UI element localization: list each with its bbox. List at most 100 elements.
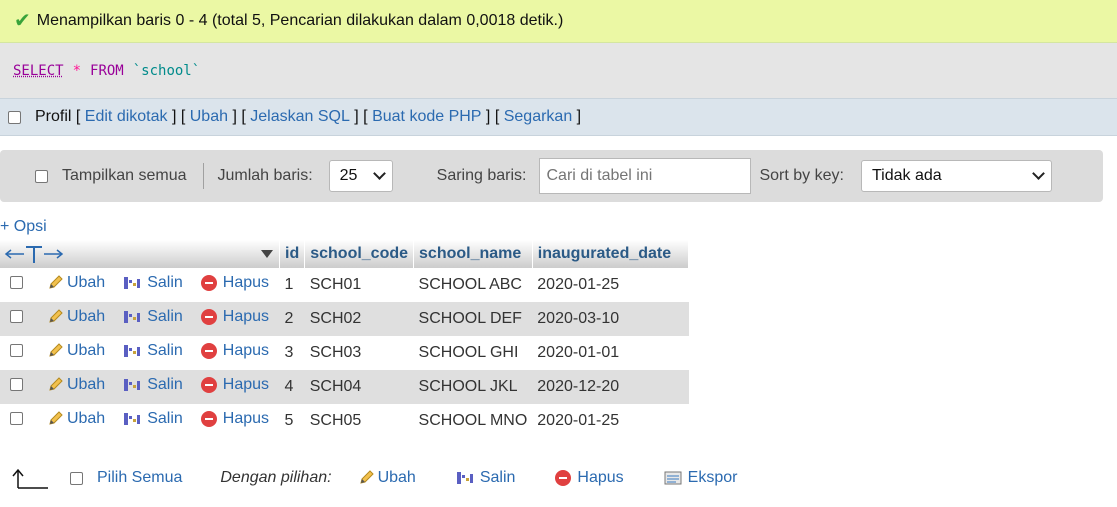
- edit-inline-link[interactable]: Edit dikotak: [85, 108, 168, 126]
- show-all-checkbox[interactable]: [35, 169, 48, 183]
- row-delete-label: Hapus: [222, 342, 270, 359]
- sql-select-keyword[interactable]: SELECT: [13, 63, 64, 79]
- cell-inaugurated-date[interactable]: 2020-12-20: [532, 370, 689, 404]
- divider: [202, 163, 204, 189]
- select-all-label[interactable]: Pilih Semua: [97, 469, 182, 487]
- bulk-copy-button[interactable]: Salin: [456, 469, 516, 487]
- row-delete-link[interactable]: Hapus: [200, 308, 269, 326]
- sql-star: *: [72, 62, 82, 79]
- cell-school-name[interactable]: SCHOOL MNO: [413, 404, 533, 438]
- copy-icon: [124, 277, 141, 289]
- cell-school-name[interactable]: SCHOOL DEF: [413, 302, 533, 336]
- cell-school-code[interactable]: SCH03: [304, 336, 414, 370]
- row-copy-link[interactable]: Salin: [123, 308, 183, 326]
- column-header-school-code[interactable]: school_code: [304, 240, 415, 268]
- copy-icon: [124, 379, 141, 391]
- sort-by-key-select[interactable]: Tidak ada: [860, 160, 1052, 192]
- refresh-link[interactable]: Segarkan: [504, 108, 573, 126]
- cell-school-code[interactable]: SCH02: [304, 302, 414, 336]
- column-header-inaugurated-date[interactable]: inaugurated_date: [532, 240, 690, 268]
- bulk-delete-button[interactable]: Hapus: [555, 469, 624, 487]
- delete-icon: [200, 411, 217, 427]
- row-delete-label: Hapus: [222, 410, 270, 427]
- row-edit-label: Ubah: [66, 342, 106, 359]
- bulk-copy-label: Salin: [479, 469, 516, 486]
- row-edit-label: Ubah: [66, 376, 106, 393]
- row-edit-label: Ubah: [66, 308, 106, 325]
- column-header-id[interactable]: id: [279, 240, 306, 268]
- cell-school-code[interactable]: SCH05: [304, 404, 414, 438]
- navigation-toolbar: Tampilkan semua Jumlah baris: 25 Saring …: [0, 150, 1103, 202]
- cell-school-name[interactable]: SCHOOL GHI: [413, 336, 533, 370]
- column-resize-icon[interactable]: [4, 244, 64, 264]
- row-checkbox[interactable]: [10, 276, 23, 289]
- row-checkbox[interactable]: [10, 378, 23, 391]
- select-all-checkbox[interactable]: [70, 471, 83, 485]
- cell-school-code[interactable]: SCH04: [304, 370, 414, 404]
- row-edit-link[interactable]: Ubah: [47, 376, 105, 394]
- row-delete-label: Hapus: [222, 376, 270, 393]
- row-edit-link[interactable]: Ubah: [47, 342, 105, 360]
- row-edit-link[interactable]: Ubah: [47, 410, 105, 428]
- row-copy-label: Salin: [147, 308, 183, 325]
- bulk-export-button[interactable]: Ekspor: [664, 469, 737, 487]
- options-link[interactable]: + Opsi: [0, 218, 47, 236]
- bulk-actions-bar: Pilih Semua Dengan pilihan: Ubah Salin H…: [0, 460, 1117, 496]
- delete-icon: [200, 275, 217, 291]
- row-checkbox[interactable]: [10, 412, 23, 425]
- row-checkbox[interactable]: [10, 310, 23, 323]
- cell-school-code[interactable]: SCH01: [304, 268, 414, 302]
- cell-school-name[interactable]: SCHOOL ABC: [413, 268, 533, 302]
- table-row[interactable]: Ubah Salin Hapus 4 SCH04 SCHOOL JKL 2020-12-20: [0, 370, 689, 404]
- row-copy-link[interactable]: Salin: [123, 274, 183, 292]
- row-edit-link[interactable]: Ubah: [47, 308, 105, 326]
- cell-id[interactable]: 3: [279, 336, 305, 370]
- bracket: [: [71, 108, 85, 125]
- cell-school-name[interactable]: SCHOOL JKL: [413, 370, 533, 404]
- sql-table-name: `school`: [132, 62, 201, 79]
- cell-inaugurated-date[interactable]: 2020-03-10: [532, 302, 689, 336]
- table-row[interactable]: Ubah Salin Hapus 1 SCH01 SCHOOL ABC 2020-01-25: [0, 268, 689, 302]
- row-copy-link[interactable]: Salin: [123, 410, 183, 428]
- explain-sql-link[interactable]: Jelaskan SQL: [250, 108, 350, 126]
- row-copy-link[interactable]: Salin: [123, 342, 183, 360]
- row-delete-link[interactable]: Hapus: [200, 342, 270, 360]
- bracket: ] [: [481, 108, 504, 125]
- row-delete-label: Hapus: [222, 274, 270, 291]
- row-checkbox-cell: [0, 404, 42, 438]
- delete-icon: [200, 377, 217, 393]
- cell-inaugurated-date[interactable]: 2020-01-01: [532, 336, 689, 370]
- create-php-code-link[interactable]: Buat kode PHP: [372, 108, 481, 126]
- bulk-edit-label: Ubah: [377, 469, 416, 486]
- cell-inaugurated-date[interactable]: 2020-01-25: [532, 404, 689, 438]
- copy-icon: [124, 345, 141, 357]
- row-checkbox[interactable]: [10, 344, 23, 357]
- sort-dropdown-icon[interactable]: [260, 249, 274, 259]
- row-copy-link[interactable]: Salin: [123, 376, 183, 394]
- table-row[interactable]: Ubah Salin Hapus 2 SCH02 SCHOOL DEF 2020-03-10: [0, 302, 689, 336]
- cell-id[interactable]: 1: [279, 268, 305, 302]
- edit-query-link[interactable]: Ubah: [190, 108, 228, 126]
- cell-id[interactable]: 5: [279, 404, 305, 438]
- cell-id[interactable]: 4: [279, 370, 305, 404]
- row-delete-link[interactable]: Hapus: [200, 376, 270, 394]
- show-all-label: Tampilkan semua: [62, 167, 187, 184]
- rows-per-page-select[interactable]: 25: [328, 160, 393, 192]
- delete-icon: [555, 470, 572, 486]
- delete-icon: [200, 309, 217, 325]
- rows-label: Jumlah baris:: [217, 167, 313, 184]
- row-edit-link[interactable]: Ubah: [47, 274, 105, 292]
- column-header-school-name[interactable]: school_name: [413, 240, 533, 268]
- cell-id[interactable]: 2: [279, 302, 305, 336]
- filter-rows-input[interactable]: Cari di tabel ini: [539, 158, 752, 194]
- cell-inaugurated-date[interactable]: 2020-01-25: [532, 268, 689, 302]
- profil-checkbox[interactable]: [8, 110, 21, 124]
- pencil-icon: [49, 309, 63, 323]
- copy-icon: [456, 472, 473, 484]
- table-row[interactable]: Ubah Salin Hapus 5 SCH05 SCHOOL MNO 2020-01-25: [0, 404, 689, 438]
- row-delete-link[interactable]: Hapus: [200, 410, 270, 428]
- row-delete-link[interactable]: Hapus: [200, 274, 270, 292]
- table-row[interactable]: Ubah Salin Hapus 3 SCH03 SCHOOL GHI 2020-01-01: [0, 336, 689, 370]
- with-selected-label: Dengan pilihan:: [220, 469, 332, 486]
- bulk-edit-button[interactable]: Ubah: [358, 469, 416, 487]
